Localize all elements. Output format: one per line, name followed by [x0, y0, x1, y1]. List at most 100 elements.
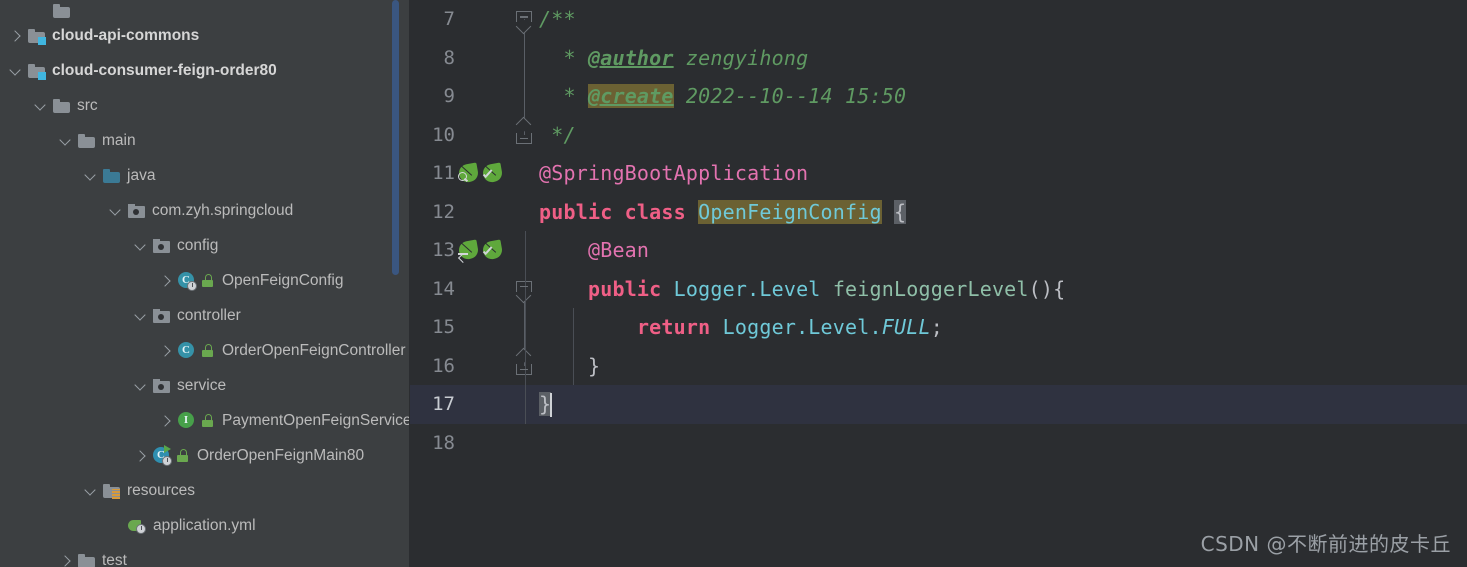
editor-gutter[interactable]: 8 — [410, 38, 525, 77]
code-line[interactable]: 9 * @create 2022--10--14 15:50 — [410, 77, 1467, 116]
tree-item-cloud-api-commons[interactable]: cloud-api-commons — [0, 18, 410, 53]
code-line[interactable]: 15 return Logger.Level.FULL; — [410, 308, 1467, 347]
code-text[interactable]: } — [525, 385, 1467, 424]
package-icon — [153, 308, 170, 323]
indent-guide — [525, 231, 526, 270]
gutter-icons[interactable] — [450, 231, 504, 270]
chevron-right-icon[interactable] — [158, 273, 174, 289]
chevron-down-icon[interactable] — [133, 378, 149, 394]
watermark-text: CSDN @不断前进的皮卡丘 — [1200, 532, 1451, 556]
tree-item-cloud-consumer-feign-order80[interactable]: cloud-consumer-feign-order80 — [0, 53, 410, 88]
tree-item-config[interactable]: config — [0, 228, 410, 263]
code-line[interactable]: 14 public Logger.Level feignLoggerLevel(… — [410, 269, 1467, 308]
code-token: public — [587, 276, 674, 301]
editor-gutter[interactable]: 7 — [410, 0, 532, 39]
code-line[interactable]: 17} — [410, 385, 1467, 424]
tree-item-openfeignconfig[interactable]: C OpenFeignConfig — [0, 263, 410, 298]
code-content[interactable]: 7/** 8 * @author zengyihong 9 * @create 20… — [410, 0, 1467, 462]
project-tool-window[interactable]: cloud-api-commons cloud-consumer-feign-or… — [0, 0, 410, 567]
chevron-down-icon[interactable] — [83, 483, 99, 499]
tree-item-label: cloud-api-commons — [52, 26, 200, 44]
spring-bean-check-icon[interactable] — [474, 239, 504, 264]
code-text[interactable] — [525, 424, 1467, 463]
code-editor[interactable]: 7/** 8 * @author zengyihong 9 * @create 20… — [410, 0, 1467, 567]
code-token: @Bean — [539, 238, 650, 263]
code-line[interactable]: 7 /** — [410, 0, 1467, 39]
project-tree-scrollbar[interactable] — [392, 0, 399, 275]
tree-item-controller[interactable]: controller — [0, 298, 410, 333]
public-visibility-icon — [202, 274, 214, 287]
module-folder-icon — [28, 28, 46, 45]
chevron-right-icon[interactable] — [158, 413, 174, 429]
code-tokens: /** — [525, 7, 576, 31]
code-token: Logger.Level — [673, 276, 821, 301]
tree-item-label: src — [77, 96, 98, 114]
chevron-down-icon[interactable] — [58, 133, 74, 149]
folder-icon — [78, 553, 95, 567]
editor-gutter[interactable]: 10 — [410, 115, 532, 155]
tree-item-main[interactable]: main — [0, 123, 410, 158]
spring-yaml-file-icon — [128, 518, 146, 534]
code-text[interactable]: * @author zengyihong — [525, 39, 1467, 78]
editor-gutter[interactable]: 14 — [410, 270, 532, 308]
code-text[interactable]: public class OpenFeignConfig { — [525, 193, 1467, 232]
code-line[interactable]: 10 */ — [410, 115, 1467, 155]
code-text[interactable]: public Logger.Level feignLoggerLevel(){ — [525, 269, 1467, 308]
public-visibility-icon — [177, 449, 189, 462]
tree-item-src[interactable]: src — [0, 88, 410, 123]
editor-gutter[interactable]: 9 — [410, 77, 525, 116]
indent-guide — [525, 385, 526, 424]
code-text[interactable]: /** — [525, 0, 1467, 39]
code-text[interactable]: @SpringBootApplication — [525, 154, 1467, 193]
editor-gutter[interactable]: 16 — [410, 346, 532, 386]
code-text[interactable]: @Bean — [525, 231, 1467, 270]
code-tokens: @SpringBootApplication — [525, 161, 808, 185]
chevron-right-icon[interactable] — [8, 28, 24, 44]
tree-item-orderopenfeignmain80[interactable]: C OrderOpenFeignMain80 — [0, 438, 410, 473]
editor-gutter[interactable]: 11 — [410, 154, 525, 193]
tree-item-com-zyh-springcloud[interactable]: com.zyh.springcloud — [0, 193, 410, 228]
gutter-icons[interactable] — [450, 154, 504, 193]
source-folder-icon — [103, 168, 120, 183]
code-line[interactable]: 13 @Bean — [410, 231, 1467, 270]
tree-item-test[interactable]: test — [0, 543, 410, 567]
code-line[interactable]: 8 * @author zengyihong — [410, 38, 1467, 78]
code-tokens: return Logger.Level.FULL; — [525, 315, 943, 339]
tree-row[interactable] — [0, 0, 410, 18]
editor-gutter[interactable]: 18 — [410, 424, 525, 463]
tree-item-java[interactable]: java — [0, 158, 410, 193]
code-text[interactable]: */ — [525, 116, 1467, 155]
chevron-right-icon[interactable] — [58, 553, 74, 567]
code-token: zengyihong — [673, 45, 809, 70]
tree-item-label: PaymentOpenFeignService — [222, 411, 410, 429]
chevron-down-icon[interactable] — [8, 63, 24, 79]
code-text[interactable]: } — [525, 346, 1467, 385]
code-text[interactable]: * @create 2022--10--14 15:50 — [525, 77, 1467, 116]
tree-item-service[interactable]: service — [0, 368, 410, 403]
code-line[interactable]: 12 public class OpenFeignConfig { — [410, 193, 1467, 232]
code-line[interactable]: 16 } — [410, 346, 1467, 386]
code-text[interactable]: return Logger.Level.FULL; — [525, 308, 1467, 347]
code-line[interactable]: 11 @SpringBootApplication — [410, 154, 1467, 193]
project-tree[interactable]: cloud-api-commons cloud-consumer-feign-or… — [0, 0, 410, 567]
tree-item-orderopenfeigncontroller[interactable]: C OrderOpenFeignController — [0, 333, 410, 368]
editor-gutter[interactable]: 13 — [410, 231, 525, 270]
editor-gutter[interactable]: 15 — [410, 308, 525, 347]
tree-item-resources[interactable]: resources — [0, 473, 410, 508]
chevron-down-icon[interactable] — [33, 98, 49, 114]
chevron-down-icon[interactable] — [108, 203, 124, 219]
chevron-down-icon[interactable] — [83, 168, 99, 184]
chevron-down-icon[interactable] — [133, 238, 149, 254]
public-visibility-icon — [202, 344, 214, 357]
tree-item-paymentopenfeignservice[interactable]: I PaymentOpenFeignService — [0, 403, 410, 438]
line-number: 7 — [443, 8, 455, 31]
spring-bean-check-icon[interactable] — [474, 162, 504, 187]
editor-gutter[interactable]: 17 — [410, 385, 525, 424]
tree-item-application-yml[interactable]: application.yml — [0, 508, 410, 543]
code-line[interactable]: 18 — [410, 424, 1467, 463]
editor-gutter[interactable]: 12 — [410, 193, 525, 232]
chevron-right-icon[interactable] — [133, 448, 149, 464]
ide-window: cloud-api-commons cloud-consumer-feign-or… — [0, 0, 1467, 567]
chevron-right-icon[interactable] — [158, 343, 174, 359]
chevron-down-icon[interactable] — [133, 308, 149, 324]
